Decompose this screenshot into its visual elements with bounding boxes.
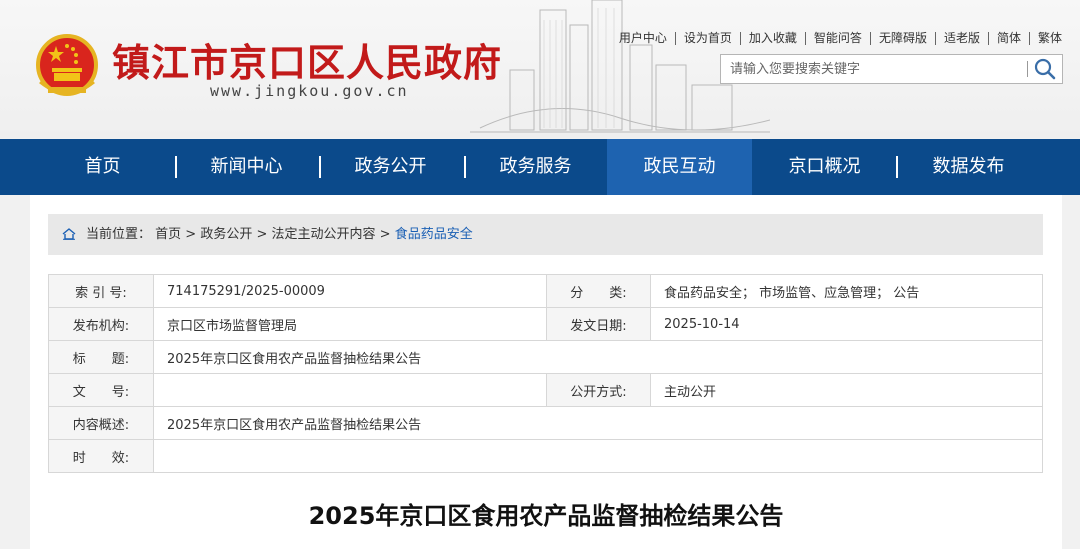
toplink-simplified[interactable]: 简体 <box>987 32 1029 45</box>
nav-gov-affairs[interactable]: 政务公开 <box>318 139 463 195</box>
national-emblem-icon <box>36 34 98 96</box>
site-url: www.jingkou.gov.cn <box>210 82 409 100</box>
index-label: 索 引 号: <box>48 274 154 308</box>
validity-label: 时 效: <box>48 439 154 473</box>
table-row: 时 效: <box>48 439 1043 473</box>
toplink-accessibility[interactable]: 无障碍版 <box>869 32 935 45</box>
docno-value <box>153 373 547 407</box>
article-title: 2025年京口区食用农产品监督抽检结果公告 <box>308 502 784 530</box>
table-row: 发布机构: 京口区市场监督管理局 发文日期: 2025-10-14 <box>48 307 1043 341</box>
breadcrumb-gov-affairs[interactable]: 政务公开 <box>200 227 252 242</box>
publisher-value: 京口区市场监督管理局 <box>153 307 547 341</box>
search-button[interactable] <box>1028 55 1062 83</box>
breadcrumb-current[interactable]: 食品药品安全 <box>395 227 473 242</box>
nav-home[interactable]: 首页 <box>30 139 175 195</box>
table-row: 标 题: 2025年京口区食用农产品监督抽检结果公告 <box>48 340 1043 374</box>
summary-value: 2025年京口区食用农产品监督抽检结果公告 <box>153 406 1043 440</box>
title-label: 标 题: <box>48 340 154 374</box>
breadcrumb-home[interactable]: 首页 <box>155 227 181 242</box>
toplink-smart-qa[interactable]: 智能问答 <box>804 32 870 45</box>
breadcrumb-statutory-disclosure[interactable]: 法定主动公开内容 <box>272 227 376 242</box>
breadcrumb-label: 当前位置： <box>86 227 152 242</box>
docno-label: 文 号: <box>48 373 154 407</box>
title-value: 2025年京口区食用农产品监督抽检结果公告 <box>153 340 1043 374</box>
toplink-user-center[interactable]: 用户中心 <box>611 32 675 45</box>
date-value: 2025-10-14 <box>650 307 1043 341</box>
disclosure-value: 主动公开 <box>650 373 1043 407</box>
nav-data-release[interactable]: 数据发布 <box>896 139 1041 195</box>
validity-value <box>153 439 1043 473</box>
table-row: 文 号: 公开方式: 主动公开 <box>48 373 1043 407</box>
index-value: 714175291/2025-00009 <box>153 274 547 308</box>
category-label: 分 类: <box>546 274 651 308</box>
breadcrumb-separator: > <box>181 227 201 242</box>
home-icon <box>62 228 76 240</box>
search-icon <box>1034 58 1056 80</box>
toplink-traditional[interactable]: 繁体 <box>1028 32 1062 45</box>
breadcrumb: 当前位置： 首页 > 政务公开 > 法定主动公开内容 > 食品药品安全 <box>48 214 1043 255</box>
search-input[interactable] <box>721 55 1027 83</box>
table-row: 内容概述: 2025年京口区食用农产品监督抽检结果公告 <box>48 406 1043 440</box>
nav-interaction[interactable]: 政民互动 <box>607 139 752 195</box>
table-row: 索 引 号: 714175291/2025-00009 分 类: 食品药品安全；… <box>48 274 1043 308</box>
toplink-add-favorite[interactable]: 加入收藏 <box>739 32 805 45</box>
site-title[interactable]: 镇江市京口区人民政府 <box>112 32 502 87</box>
main-nav: 首页 新闻中心 政务公开 政务服务 政民互动 京口概况 数据发布 <box>0 139 1080 195</box>
toplink-set-homepage[interactable]: 设为首页 <box>674 32 740 45</box>
toplink-elder-mode[interactable]: 适老版 <box>934 32 988 45</box>
disclosure-label: 公开方式: <box>546 373 651 407</box>
site-header: 镇江市京口区人民政府 www.jingkou.gov.cn 用户中心 设为首页 … <box>0 0 1080 138</box>
search-box <box>720 54 1063 84</box>
document-meta-table: 索 引 号: 714175291/2025-00009 分 类: 食品药品安全；… <box>48 274 1043 473</box>
breadcrumb-separator: > <box>375 227 395 242</box>
summary-label: 内容概述: <box>48 406 154 440</box>
date-label: 发文日期: <box>546 307 651 341</box>
nav-gov-services[interactable]: 政务服务 <box>463 139 608 195</box>
nav-jingkou-overview[interactable]: 京口概况 <box>752 139 897 195</box>
nav-news[interactable]: 新闻中心 <box>174 139 319 195</box>
publisher-label: 发布机构: <box>48 307 154 341</box>
category-value: 食品药品安全； 市场监管、应急管理； 公告 <box>650 274 1043 308</box>
top-links: 用户中心 设为首页 加入收藏 智能问答 无障碍版 适老版 简体 繁体 <box>611 32 1062 45</box>
breadcrumb-separator: > <box>252 227 272 242</box>
